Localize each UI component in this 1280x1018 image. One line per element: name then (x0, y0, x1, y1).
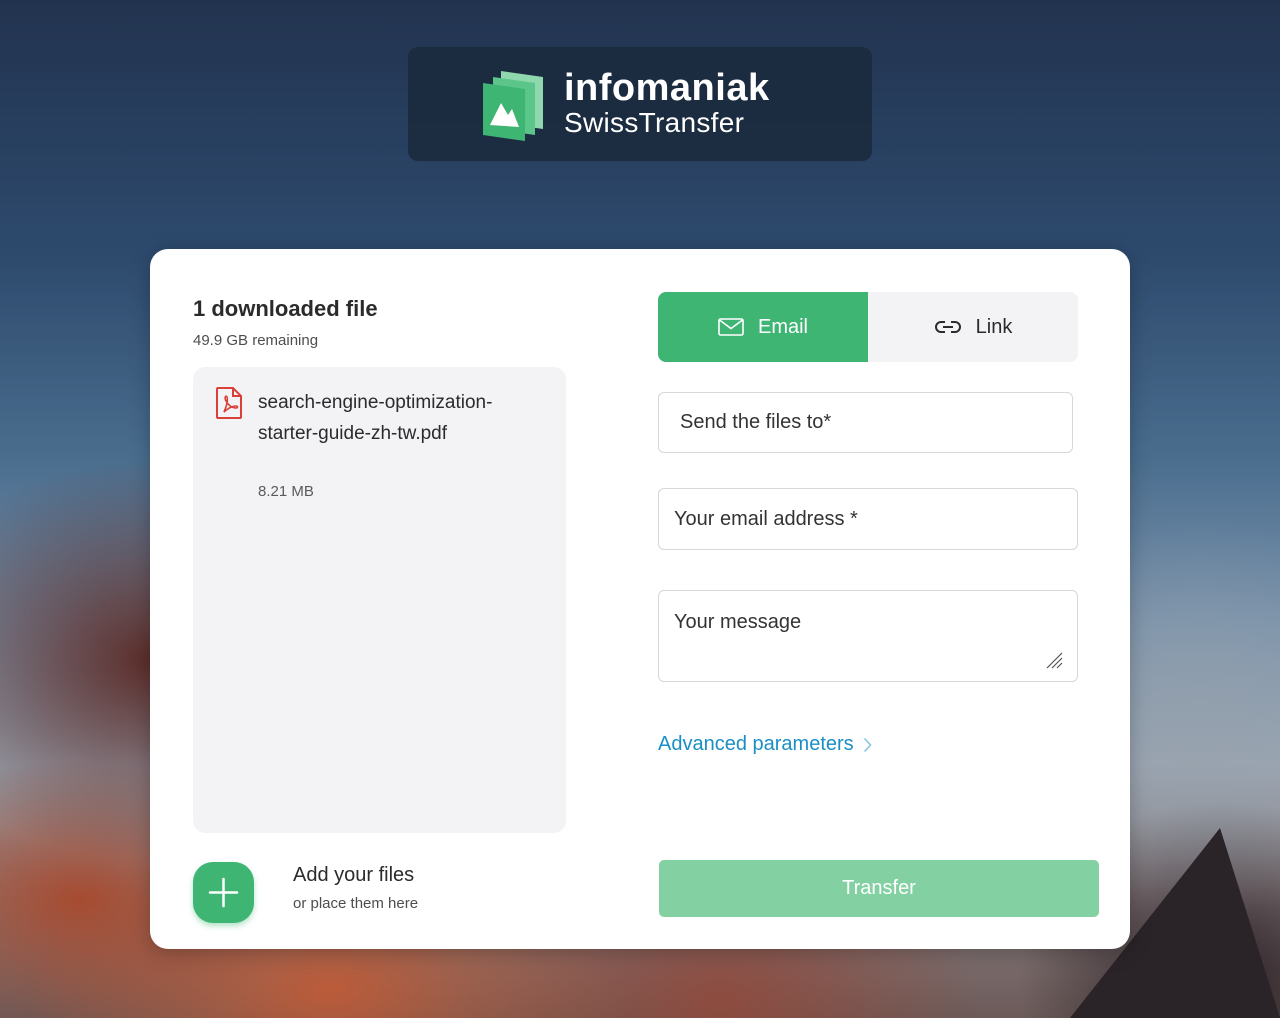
brand-logo: infomaniak SwissTransfer (408, 47, 872, 161)
storage-remaining: 49.9 GB remaining (193, 332, 319, 349)
plus-icon (208, 877, 239, 908)
tab-email-label: Email (757, 315, 808, 338)
advanced-parameters-link[interactable]: Advanced parameters (658, 733, 872, 756)
transfer-card: 1 downloaded file 49.9 GB remaining sear… (150, 249, 1130, 949)
link-icon (934, 321, 961, 333)
transfer-button[interactable]: Transfer (659, 860, 1099, 917)
sender-email-input[interactable] (658, 488, 1078, 550)
recipient-email-input[interactable] (658, 392, 1073, 453)
tab-link-label: Link (975, 315, 1013, 338)
add-files-title: Add your files (293, 864, 415, 886)
message-textarea[interactable] (658, 590, 1078, 682)
swisstransfer-logo-icon (483, 71, 543, 141)
envelope-icon (718, 318, 744, 336)
file-list: search-engine-optimization-starter-guide… (193, 367, 566, 833)
pdf-icon (216, 387, 242, 419)
chevron-right-icon (863, 737, 872, 752)
brand-name: infomaniak (564, 67, 770, 109)
tab-email[interactable]: Email (658, 292, 868, 362)
file-size: 8.21 MB (258, 483, 314, 500)
files-heading: 1 downloaded file (193, 296, 378, 321)
add-files-subtitle: or place them here (293, 895, 419, 912)
share-mode-tabs: Email Link (658, 292, 1078, 362)
file-name: search-engine-optimization-starter-guide… (258, 392, 493, 444)
tab-link[interactable]: Link (868, 292, 1078, 362)
add-files-button[interactable] (193, 862, 254, 923)
resize-handle-icon[interactable] (1045, 651, 1063, 669)
product-name: SwissTransfer (564, 107, 745, 138)
advanced-parameters-label: Advanced parameters (658, 733, 854, 755)
